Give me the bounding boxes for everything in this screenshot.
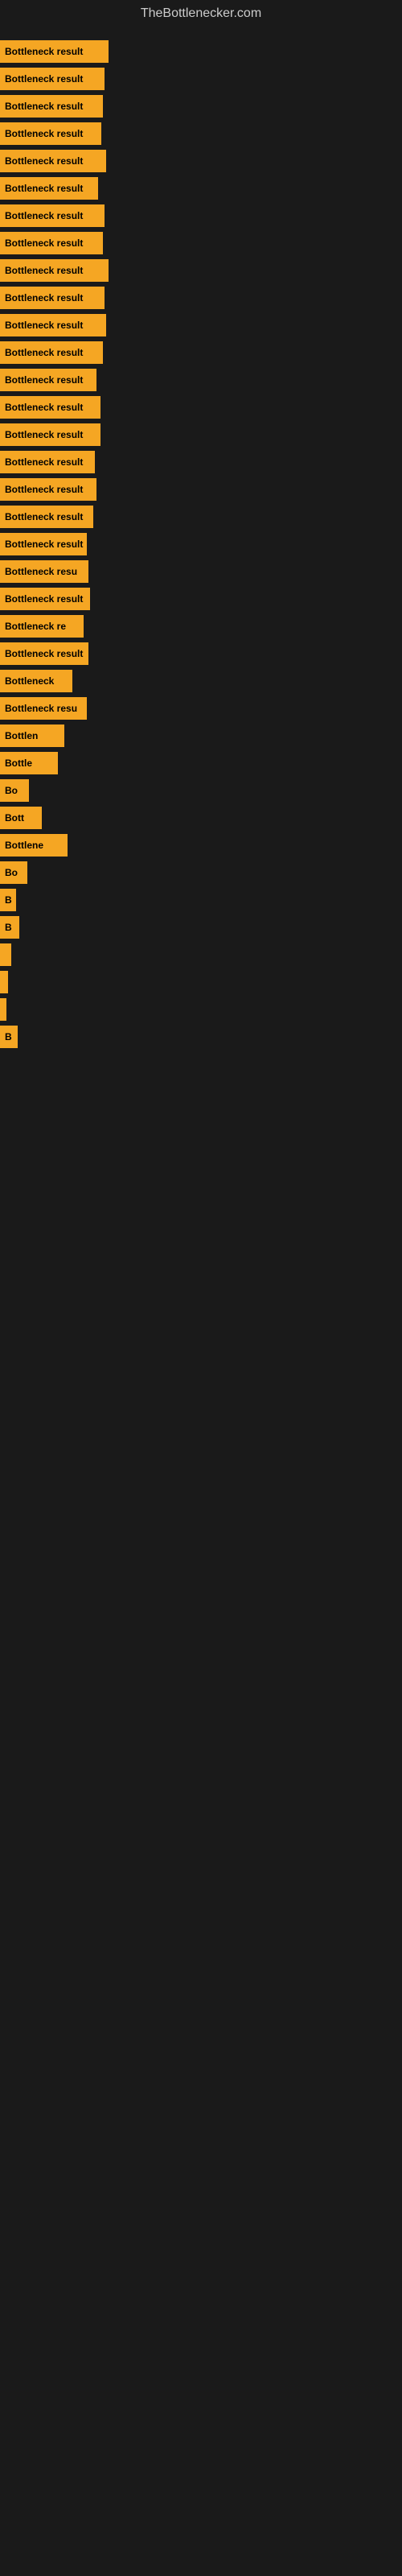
bar-row: Bottleneck result (0, 369, 402, 391)
bar-row: Bottleneck resu (0, 560, 402, 583)
bar-row: Bottlen (0, 724, 402, 747)
bottleneck-bar: Bottlene (0, 834, 68, 857)
bottleneck-bar: Bottleneck result (0, 588, 90, 610)
bottleneck-bar: B (0, 889, 16, 911)
bottleneck-bar: Bottleneck result (0, 478, 96, 501)
bottleneck-bar: Bott (0, 807, 42, 829)
bar-row: B (0, 889, 402, 911)
bottleneck-bar: Bottleneck result (0, 287, 105, 309)
bottleneck-bar: Bottleneck result (0, 423, 100, 446)
bars-container: Bottleneck result Bottleneck result Bottle… (0, 27, 402, 1061)
bottleneck-bar: Bottleneck result (0, 150, 106, 172)
bar-row: Bottleneck result (0, 341, 402, 364)
bar-row: Bottleneck result (0, 232, 402, 254)
bar-row: Bottleneck result (0, 122, 402, 145)
bottleneck-bar: Bottleneck resu (0, 697, 87, 720)
bar-row: Bottleneck re (0, 615, 402, 638)
bottleneck-bar (0, 971, 8, 993)
bar-row: Bo (0, 861, 402, 884)
bottleneck-bar: B (0, 916, 19, 939)
bar-row: Bottle (0, 752, 402, 774)
bar-row: B (0, 916, 402, 939)
bottleneck-bar (0, 943, 11, 966)
bottleneck-bar: B (0, 1026, 18, 1048)
bottleneck-bar: Bo (0, 779, 29, 802)
bottleneck-bar: Bo (0, 861, 27, 884)
bar-row: Bottleneck result (0, 95, 402, 118)
bottleneck-bar: Bottleneck result (0, 314, 106, 336)
site-title-text: TheBottlenecker.com (141, 6, 261, 20)
bar-row: Bottleneck result (0, 314, 402, 336)
bottleneck-bar: Bottleneck result (0, 506, 93, 528)
bar-row: Bottleneck result (0, 177, 402, 200)
bar-row: Bottleneck (0, 670, 402, 692)
bar-row: Bottleneck result (0, 68, 402, 90)
bar-row: Bottleneck result (0, 204, 402, 227)
bottleneck-bar: Bottleneck result (0, 533, 87, 555)
bottleneck-bar: Bottle (0, 752, 58, 774)
bottleneck-bar: Bottleneck resu (0, 560, 88, 583)
bar-row: Bottleneck result (0, 287, 402, 309)
bottleneck-bar: Bottleneck result (0, 369, 96, 391)
bottleneck-bar: Bottleneck result (0, 341, 103, 364)
bottleneck-bar: Bottleneck result (0, 95, 103, 118)
bottleneck-bar: Bottleneck result (0, 259, 109, 282)
bar-row: Bo (0, 779, 402, 802)
bottleneck-bar: Bottleneck result (0, 232, 103, 254)
bottleneck-bar: Bottleneck result (0, 122, 101, 145)
bar-row (0, 943, 402, 966)
bottleneck-bar: Bottleneck result (0, 204, 105, 227)
bottleneck-bar: Bottleneck result (0, 40, 109, 63)
bar-row: Bottleneck result (0, 396, 402, 419)
bar-row: Bottleneck result (0, 259, 402, 282)
bar-row: Bottleneck result (0, 478, 402, 501)
site-title: TheBottlenecker.com (0, 0, 402, 27)
bottleneck-bar: Bottleneck result (0, 68, 105, 90)
bar-row: Bottlene (0, 834, 402, 857)
bottleneck-bar: Bottleneck (0, 670, 72, 692)
bar-row: Bott (0, 807, 402, 829)
bar-row: Bottleneck result (0, 40, 402, 63)
bar-row: Bottleneck result (0, 642, 402, 665)
bottleneck-bar: Bottleneck re (0, 615, 84, 638)
bar-row: Bottleneck result (0, 533, 402, 555)
bar-row: Bottleneck resu (0, 697, 402, 720)
bar-row: Bottleneck result (0, 451, 402, 473)
bar-row: Bottleneck result (0, 423, 402, 446)
bar-row: Bottleneck result (0, 506, 402, 528)
bar-row (0, 998, 402, 1021)
bar-row: Bottleneck result (0, 150, 402, 172)
bar-row (0, 971, 402, 993)
bottleneck-bar: Bottleneck result (0, 451, 95, 473)
bottleneck-bar (0, 998, 6, 1021)
bottleneck-bar: Bottleneck result (0, 177, 98, 200)
bar-row: B (0, 1026, 402, 1048)
bottleneck-bar: Bottleneck result (0, 396, 100, 419)
bottleneck-bar: Bottlen (0, 724, 64, 747)
bottleneck-bar: Bottleneck result (0, 642, 88, 665)
bar-row: Bottleneck result (0, 588, 402, 610)
